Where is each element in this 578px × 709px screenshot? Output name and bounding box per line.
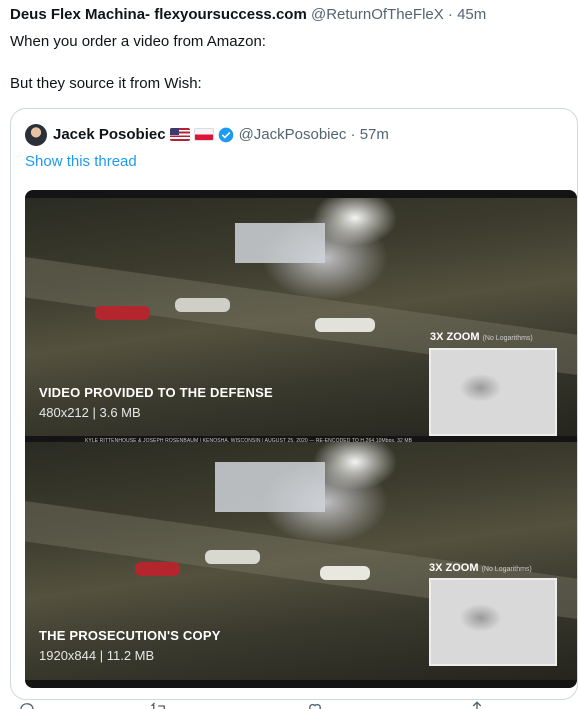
quoted-tweet[interactable]: Jacek Posobiec @JackPosobiec · 57m Show … bbox=[10, 108, 578, 700]
video-caption: VIDEO PROVIDED TO THE DEFENSE 480x212 | … bbox=[39, 385, 273, 420]
caption-subtitle: 480x212 | 3.6 MB bbox=[39, 405, 141, 420]
caption-subtitle: 1920x844 | 11.2 MB bbox=[39, 648, 155, 663]
zoom-inset bbox=[429, 348, 557, 436]
tweet-timestamp[interactable]: 45m bbox=[457, 6, 486, 23]
share-icon[interactable] bbox=[468, 700, 486, 709]
avatar[interactable] bbox=[25, 124, 47, 146]
video-caption: THE PROSECUTION'S COPY 1920x844 | 11.2 M… bbox=[39, 628, 221, 663]
retweet-icon[interactable] bbox=[150, 700, 168, 709]
building bbox=[215, 462, 325, 512]
video-frame-defense: 3X ZOOM (No Logarithms) VIDEO PROVIDED T… bbox=[25, 198, 577, 436]
reply-icon[interactable] bbox=[18, 700, 36, 709]
red-car bbox=[135, 562, 180, 576]
author-handle[interactable]: @ReturnOfTheFleX bbox=[311, 6, 444, 23]
tweet-header: Deus Flex Machina- flexyoursuccess.com @… bbox=[10, 6, 486, 23]
tweet: Deus Flex Machina- flexyoursuccess.com @… bbox=[0, 0, 578, 709]
white-car bbox=[320, 566, 370, 580]
video-frame-prosecution: 3X ZOOM (No Logarithms) THE PROSECUTION'… bbox=[25, 442, 577, 680]
tweet-actions bbox=[10, 700, 570, 709]
separator-dot: · bbox=[350, 126, 356, 143]
tweet-text-line-1: When you order a video from Amazon: bbox=[10, 33, 266, 50]
white-car bbox=[205, 550, 260, 564]
caption-title: THE PROSECUTION'S COPY bbox=[39, 628, 221, 643]
building bbox=[235, 223, 325, 263]
quoted-tweet-header: Jacek Posobiec @JackPosobiec · 57m bbox=[53, 126, 389, 143]
like-icon[interactable] bbox=[306, 700, 324, 709]
quoted-author-handle[interactable]: @JackPosobiec bbox=[239, 126, 347, 143]
white-car bbox=[315, 318, 375, 332]
caption-title: VIDEO PROVIDED TO THE DEFENSE bbox=[39, 385, 273, 400]
white-car bbox=[175, 298, 230, 312]
zoom-inset bbox=[429, 578, 557, 666]
verified-badge-icon bbox=[218, 127, 234, 143]
flag-us-icon bbox=[169, 128, 190, 141]
zoom-label: 3X ZOOM (No Logarithms) bbox=[429, 562, 532, 574]
zoom-label: 3X ZOOM (No Logarithms) bbox=[430, 331, 533, 343]
flag-pl-icon bbox=[193, 128, 214, 141]
separator-dot: · bbox=[447, 6, 453, 23]
quoted-tweet-timestamp[interactable]: 57m bbox=[360, 126, 389, 143]
author-name[interactable]: Deus Flex Machina- flexyoursuccess.com bbox=[10, 6, 307, 23]
red-car bbox=[95, 306, 150, 320]
quoted-author-name[interactable]: Jacek Posobiec bbox=[53, 126, 166, 143]
show-thread-link[interactable]: Show this thread bbox=[25, 153, 137, 170]
video-media[interactable]: 3X ZOOM (No Logarithms) VIDEO PROVIDED T… bbox=[25, 190, 577, 688]
tweet-text-line-2: But they source it from Wish: bbox=[10, 75, 202, 92]
